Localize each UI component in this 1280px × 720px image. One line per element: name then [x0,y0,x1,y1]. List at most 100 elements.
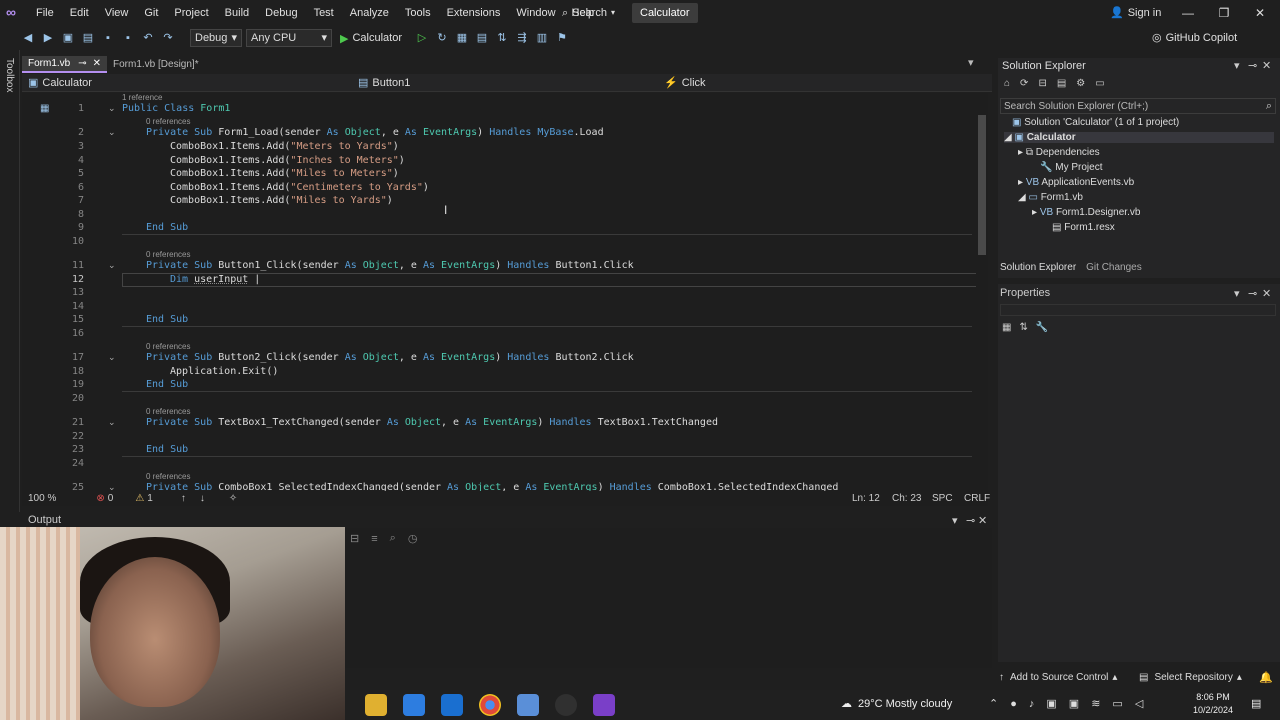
search-solution-input[interactable]: Search Solution Explorer (Ctrl+;) ⌕ [1000,98,1276,114]
platform-dropdown[interactable]: Any CPU ▾ [246,29,332,47]
store-icon[interactable] [403,694,425,716]
menu-debug[interactable]: Debug [257,0,305,26]
menu-build[interactable]: Build [217,0,257,26]
menu-file[interactable]: File [28,0,62,26]
timestamp-icon[interactable]: ◷ [408,532,418,545]
browser-link-icon[interactable]: ▦ [454,30,470,46]
tree-item-application-events[interactable]: ▸ VB ApplicationEvents.vb [1018,177,1134,188]
pin-icon[interactable]: ⊸ [966,514,975,527]
expand-icon[interactable]: ▸ [1018,147,1026,158]
align-icon[interactable]: ⇶ [514,30,530,46]
dropdown-icon[interactable]: ▾ [1234,287,1240,300]
speaker-icon[interactable]: ♪ [1029,698,1035,710]
close-button[interactable]: ✕ [1242,0,1278,26]
code-editor[interactable]: ▦ 1 reference 1 ⌄ Public Class Form1 0 r… [22,93,988,491]
properties-object-selector[interactable] [1000,304,1276,316]
notifications-icon[interactable]: 🔔 [1259,671,1273,684]
save-all-icon[interactable]: ▪ [120,30,136,46]
collapse-icon[interactable]: ⊟ [1038,78,1046,89]
show-all-icon[interactable]: ▤ [1057,78,1066,89]
volume-icon[interactable]: ◁ [1135,697,1143,710]
expand-icon[interactable]: ▸ [1018,177,1026,188]
menu-edit[interactable]: Edit [62,0,97,26]
hot-reload-icon[interactable]: ↻ [434,30,450,46]
weather-widget[interactable]: ☁ 29°C Mostly cloudy [841,697,952,711]
expand-icon[interactable]: ▸ [1032,207,1040,218]
categorized-icon[interactable]: ▦ [1002,322,1011,333]
recorder-icon[interactable] [555,694,577,716]
warning-count[interactable]: 1 [147,493,153,504]
fold-icon[interactable]: ⌄ [108,352,116,363]
notification-center-icon[interactable]: ▤ [1251,697,1261,710]
event-dropdown[interactable]: ⚡ Click [664,74,964,92]
fold-icon[interactable]: ⌄ [108,127,116,138]
expand-icon[interactable]: ◢ [1018,192,1028,203]
sign-in-button[interactable]: 👤 Sign in [1110,4,1161,22]
pin-icon[interactable]: ⊸ [78,55,86,72]
maximize-button[interactable]: ❐ [1206,0,1242,26]
battery-icon[interactable]: ▭ [1112,697,1122,710]
codelens-references[interactable]: 0 references [146,342,190,351]
app-tray-icon[interactable]: ▣ [1069,697,1079,710]
nav-up-icon[interactable]: ↑ [181,493,186,504]
tree-item-form1-vb[interactable]: ◢ ▭ Form1.vb [1018,192,1083,203]
property-pages-icon[interactable]: 🔧 [1036,322,1048,333]
sync-icon[interactable]: ⟳ [1020,78,1028,89]
line-ending-indicator[interactable]: CRLF [964,493,990,504]
codelens-references[interactable]: 0 references [146,472,190,481]
codelens-references[interactable]: 0 references [146,407,190,416]
pin-icon[interactable]: ⊸ [1248,287,1257,300]
menu-view[interactable]: View [97,0,137,26]
new-project-icon[interactable]: ▣ [60,30,76,46]
undo-icon[interactable]: ↶ [140,30,156,46]
tree-item-form1-designer[interactable]: ▸ VB Form1.Designer.vb [1032,207,1140,218]
tree-item-my-project[interactable]: 🔧 My Project [1040,162,1102,173]
search-button[interactable]: ⌕ Search ▾ [562,4,615,22]
codelens-references[interactable]: 0 references [146,250,190,259]
object-dropdown[interactable]: ▤ Button1 [358,74,658,92]
expand-icon[interactable]: ◢ [1004,132,1014,143]
quick-actions-icon[interactable]: ▦ [40,103,49,114]
scrollbar-thumb[interactable] [978,115,986,255]
tree-item-form1-resx[interactable]: ▤ Form1.resx [1052,222,1115,233]
back-icon[interactable]: ◀ [20,30,36,46]
tree-item-solution[interactable]: ▣ Solution 'Calculator' (1 of 1 project) [1012,117,1179,128]
github-copilot-button[interactable]: ◎ GitHub Copilot [1152,30,1237,46]
pin-icon[interactable]: ⊸ [1248,58,1257,74]
start-debugging-button[interactable]: ▶ Calculator [340,32,402,45]
forward-icon[interactable]: ▶ [40,30,56,46]
mail-icon[interactable] [441,694,463,716]
fold-icon[interactable]: ⌄ [108,260,116,271]
open-icon[interactable]: ▤ [80,30,96,46]
step-icon[interactable]: ⇅ [494,30,510,46]
tree-item-project[interactable]: ◢ ▣ Calculator [1004,132,1274,143]
word-wrap-icon[interactable]: ≡ [371,533,377,545]
add-to-source-control-button[interactable]: ↑ Add to Source Control ▴ [999,672,1117,683]
configuration-dropdown[interactable]: Debug ▾ [190,29,242,47]
menu-analyze[interactable]: Analyze [342,0,397,26]
codelens-references[interactable]: 0 references [146,117,190,126]
notepad-icon[interactable] [517,694,539,716]
alphabetical-icon[interactable]: ⇅ [1019,322,1027,333]
start-without-debugging-icon[interactable]: ▷ [414,30,430,46]
tab-solution-explorer[interactable]: Solution Explorer [1000,262,1076,273]
find-icon[interactable]: ⌕ [390,532,396,545]
preview-icon[interactable]: ▭ [1095,78,1104,89]
visual-studio-taskbar-icon[interactable] [593,694,615,716]
zoom-level[interactable]: 100 % [28,493,56,504]
tab-form1-design[interactable]: Form1.vb [Design]* [107,56,205,73]
properties-icon[interactable]: ⚙ [1076,78,1085,89]
menu-window[interactable]: Window [508,0,563,26]
menu-tools[interactable]: Tools [397,0,439,26]
app-tray-icon[interactable]: ▣ [1046,697,1056,710]
whitespace-indicator[interactable]: SPC [932,493,953,504]
home-icon[interactable]: ⌂ [1004,78,1010,89]
tab-git-changes[interactable]: Git Changes [1086,262,1142,273]
codelens-references[interactable]: 1 reference [122,93,162,102]
save-icon[interactable]: ▪ [100,30,116,46]
tab-form1-vb[interactable]: Form1.vb ⊸ ✕ [22,55,108,73]
column-indicator[interactable]: Ch: 23 [892,493,921,504]
toolbox-tab[interactable]: Toolbox [4,58,15,92]
chevron-up-icon[interactable]: ⌃ [989,697,998,710]
nav-down-icon[interactable]: ↓ [200,493,205,504]
